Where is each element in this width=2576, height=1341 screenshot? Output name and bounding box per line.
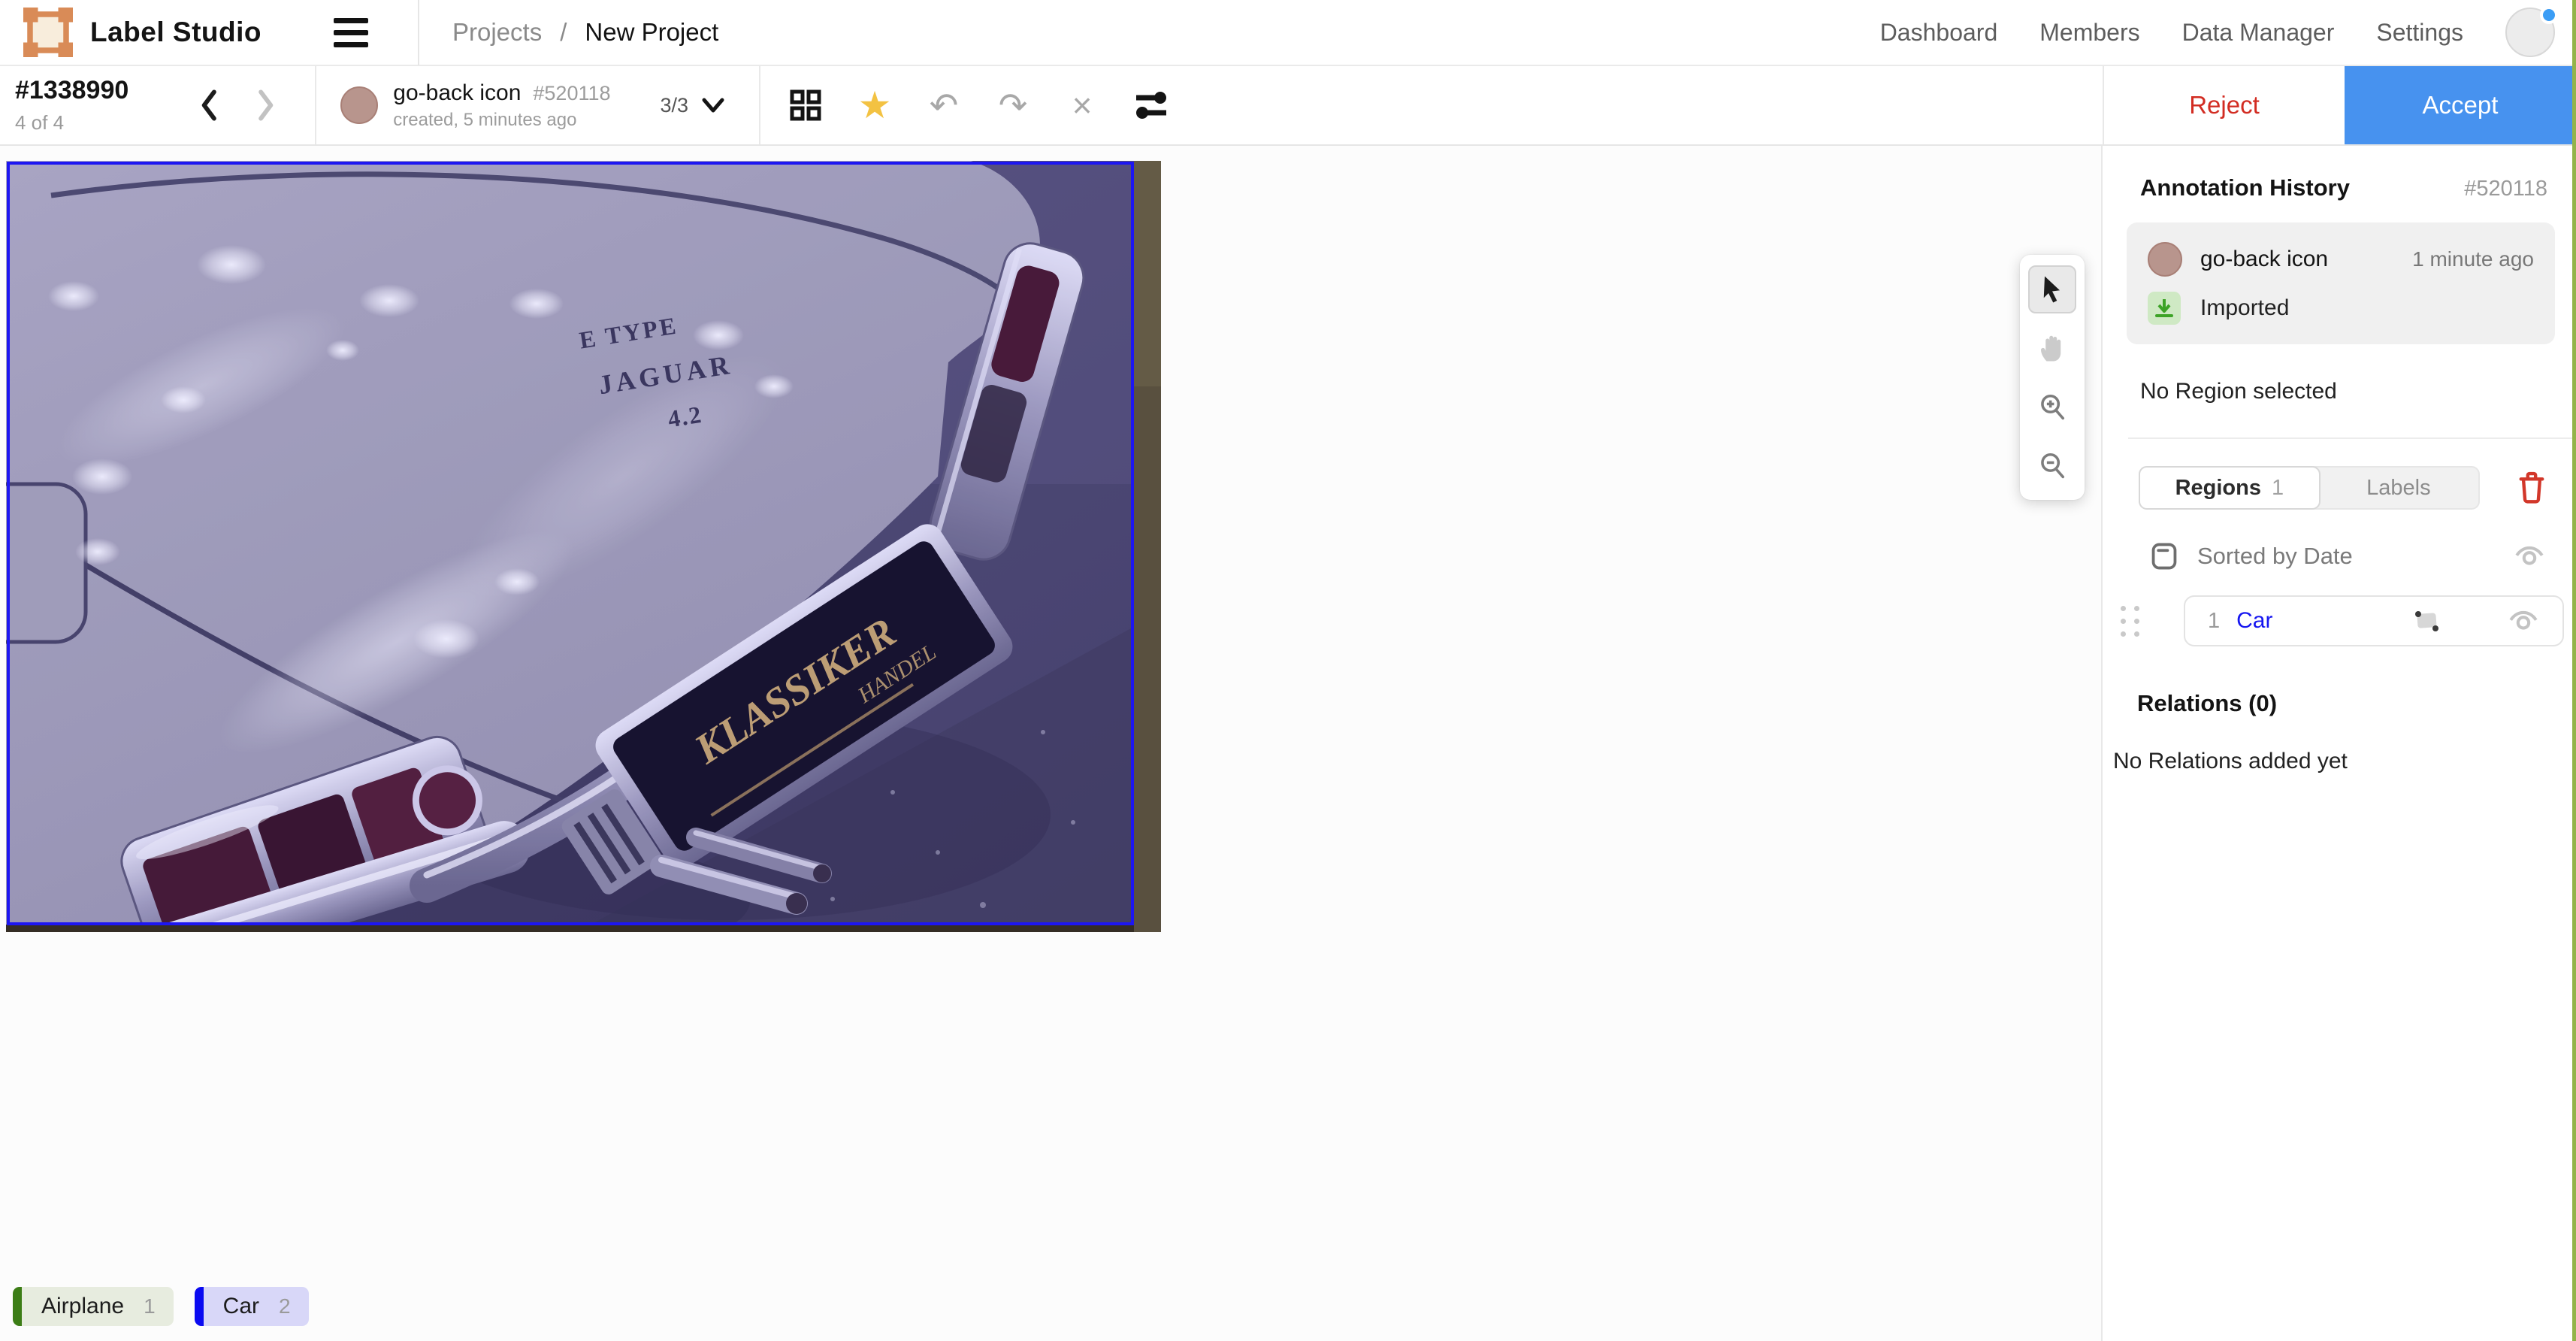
annotation-tools: ★ ↶ ↷ × (786, 86, 1171, 125)
history-time: 1 minute ago (2412, 247, 2534, 271)
undo-icon[interactable]: ↶ (924, 86, 963, 125)
toolbar-divider (759, 66, 760, 144)
history-entry-card[interactable]: go-back icon 1 minute ago Imported (2127, 222, 2555, 344)
annotation-created: created, 5 minutes ago (393, 110, 610, 131)
task-toolbar-left: #1338990 4 of 4 go-back icon #520118 cre… (0, 66, 2103, 144)
nav-link-dashboard[interactable]: Dashboard (1880, 19, 1998, 47)
annotation-index: 3/3 (661, 94, 689, 117)
regions-count: 1 (2272, 476, 2284, 501)
reject-button[interactable]: Reject (2103, 66, 2345, 144)
task-info: #1338990 4 of 4 (15, 76, 128, 135)
region-index: 1 (2208, 609, 2220, 634)
rectangle-region-icon (2412, 608, 2442, 634)
photo-bottom-strip (6, 925, 1134, 932)
label-studio-logo-icon (21, 5, 75, 59)
sidebar-divider (2128, 437, 2576, 439)
tab-regions[interactable]: Regions 1 (2139, 466, 2321, 510)
canvas-tools-toolbar (2020, 255, 2085, 500)
label-chip-airplane[interactable]: Airplane 1 (13, 1287, 174, 1326)
car-region-bbox[interactable] (8, 163, 1132, 924)
ground-truth-star-icon[interactable]: ★ (855, 86, 894, 125)
label-hotkey: 2 (279, 1294, 291, 1318)
label-color-bar (195, 1287, 204, 1326)
no-region-text: No Region selected (2140, 379, 2576, 404)
redo-icon[interactable]: ↷ (993, 86, 1033, 125)
sort-by-date-control[interactable]: Sorted by Date (2149, 541, 2546, 571)
nav-divider (418, 0, 419, 65)
breadcrumb-separator: / (560, 18, 567, 47)
delete-all-regions-icon[interactable] (2514, 471, 2549, 505)
nav-link-settings[interactable]: Settings (2376, 19, 2463, 47)
reset-icon[interactable]: × (1063, 86, 1102, 125)
annotation-history-header: Annotation History #520118 (2140, 174, 2547, 201)
annotator-avatar (340, 86, 378, 124)
breadcrumb: Projects / New Project (452, 18, 718, 47)
label-chip-car[interactable]: Car 2 (195, 1287, 309, 1326)
nav-link-members[interactable]: Members (2039, 19, 2139, 47)
labels-bar: Airplane 1 Car 2 (13, 1287, 309, 1326)
imported-icon (2148, 292, 2181, 325)
annotation-author: go-back icon (393, 80, 521, 106)
label-studio-app: { "topnav": { "brand": "Label Studio", "… (0, 0, 2576, 1341)
settings-sliders-icon[interactable] (1132, 86, 1171, 125)
screen-edge-artifact (2572, 0, 2576, 1341)
top-nav: Label Studio Projects / New Project Dash… (0, 0, 2576, 66)
annotation-selector[interactable]: go-back icon #520118 created, 5 minutes … (340, 80, 726, 131)
zoom-out-tool[interactable] (2028, 441, 2076, 489)
task-id: #1338990 (15, 76, 128, 105)
zoom-in-tool[interactable] (2028, 383, 2076, 431)
annotation-id: #520118 (533, 82, 610, 105)
hamburger-menu-icon[interactable] (334, 18, 368, 47)
nav-link-data-manager[interactable]: Data Manager (2182, 19, 2335, 47)
toggle-visibility-all-icon[interactable] (2513, 543, 2546, 570)
drag-handle-icon[interactable] (2121, 606, 2140, 637)
annotation-canvas[interactable]: E TYPE JAGUAR 4.2 (0, 146, 2101, 1341)
history-annotation-id: #520118 (2464, 177, 2547, 201)
breadcrumb-projects[interactable]: Projects (452, 18, 542, 47)
history-title: Annotation History (2140, 174, 2350, 201)
next-task-button[interactable] (249, 89, 282, 122)
sort-panel-icon (2149, 541, 2179, 571)
region-row-car[interactable]: 1 Car (2184, 595, 2564, 646)
nav-links: Dashboard Members Data Manager Settings (1880, 19, 2463, 47)
history-status: Imported (2200, 295, 2289, 321)
tab-labels[interactable]: Labels (2319, 468, 2478, 508)
pointer-tool[interactable] (2028, 265, 2076, 313)
region-list: 1 Car (2121, 595, 2564, 646)
history-author-avatar (2148, 242, 2182, 277)
task-image[interactable]: E TYPE JAGUAR 4.2 (6, 161, 1161, 932)
toolbar-divider (315, 66, 316, 144)
region-label: Car (2236, 608, 2272, 634)
details-sidebar: Annotation History #520118 go-back icon … (2101, 146, 2576, 1341)
hand-tool[interactable] (2028, 324, 2076, 372)
task-nav-arrows (193, 89, 282, 122)
chevron-down-icon[interactable] (700, 96, 726, 114)
brand-title: Label Studio (90, 17, 262, 48)
prev-task-button[interactable] (193, 89, 226, 122)
breadcrumb-current: New Project (585, 18, 718, 47)
annotation-meta: go-back icon #520118 created, 5 minutes … (393, 80, 610, 131)
sort-label: Sorted by Date (2197, 543, 2353, 570)
grid-view-icon[interactable] (786, 86, 825, 125)
task-position: 4 of 4 (15, 111, 128, 135)
label-color-bar (13, 1287, 22, 1326)
region-visibility-icon[interactable] (2507, 607, 2540, 634)
relations-title: Relations (0) (2137, 690, 2576, 717)
history-author: go-back icon (2200, 247, 2328, 272)
accept-button[interactable]: Accept (2345, 66, 2576, 144)
notification-dot (2540, 6, 2558, 24)
label-hotkey: 1 (144, 1294, 156, 1318)
relations-empty-text: No Relations added yet (2113, 749, 2576, 774)
user-avatar[interactable] (2505, 8, 2555, 57)
regions-labels-tabs: Regions 1 Labels (2139, 466, 2549, 510)
task-toolbar: #1338990 4 of 4 go-back icon #520118 cre… (0, 66, 2576, 146)
